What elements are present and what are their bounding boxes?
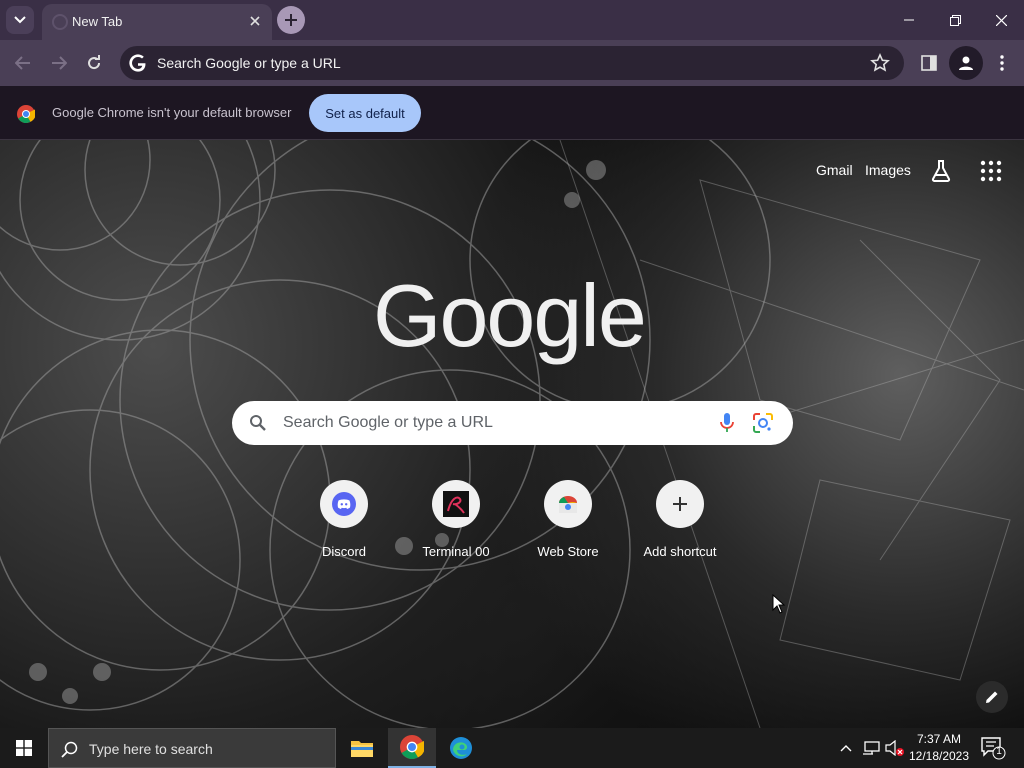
close-icon (995, 14, 1007, 26)
tab-favicon-icon (52, 14, 68, 30)
reload-icon (88, 55, 101, 70)
tab-new-tab[interactable]: New Tab (42, 4, 272, 40)
taskbar-clock[interactable]: 7:37 AM 12/18/2023 (904, 731, 974, 765)
shortcut-discord[interactable]: Discord (288, 478, 400, 568)
default-browser-infobar: Google Chrome isn't your default browser… (0, 86, 1024, 140)
gmail-link[interactable]: Gmail (816, 162, 853, 178)
new-tab-button[interactable] (277, 6, 305, 34)
chrome-logo-icon (17, 105, 35, 123)
tab-strip: New Tab (0, 0, 1024, 40)
close-icon (250, 16, 260, 26)
kebab-menu-icon (1000, 55, 1004, 71)
windows-taskbar: Type here to search 7:37 AM 12/18/2023 1 (0, 728, 1024, 768)
action-center-button[interactable]: 1 (980, 736, 1006, 760)
shortcut-label: Terminal 00 (422, 544, 490, 559)
terminal-00-icon (443, 491, 469, 517)
plus-icon (673, 497, 687, 511)
search-icon (250, 415, 266, 431)
omnibox-text: Search Google or type a URL (157, 55, 341, 71)
labs-flask-icon[interactable] (929, 159, 953, 183)
new-tab-page: Gmail Images Google Search Google or typ… (0, 140, 1024, 728)
shortcut-label: Add shortcut (643, 544, 717, 559)
person-icon (959, 56, 973, 70)
edge-taskbar-button[interactable] (437, 728, 485, 768)
shortcut-terminal-00-tile (432, 480, 480, 528)
tab-title: New Tab (72, 14, 123, 29)
google-g-icon (129, 54, 146, 72)
ntp-search-box[interactable]: Search Google or type a URL (232, 401, 793, 445)
volume-muted-icon (885, 740, 904, 756)
forward-button[interactable] (44, 48, 74, 78)
notification-count-badge: 1 (996, 746, 1002, 757)
minimize-icon (904, 19, 914, 21)
taskbar-search-box[interactable]: Type here to search (48, 728, 336, 768)
tab-close-button[interactable] (246, 12, 264, 30)
shortcut-web-store-tile (544, 480, 592, 528)
shortcut-web-store[interactable]: Web Store (512, 478, 624, 568)
chevron-up-icon (840, 745, 852, 752)
microphone-icon[interactable] (717, 412, 737, 434)
shortcut-label: Discord (321, 544, 367, 559)
chrome-taskbar-button[interactable] (388, 728, 436, 768)
pencil-icon (986, 691, 998, 703)
infobar-message: Google Chrome isn't your default browser (52, 105, 292, 120)
images-link[interactable]: Images (865, 162, 911, 178)
menu-button[interactable] (987, 48, 1017, 78)
taskbar-search-placeholder: Type here to search (89, 741, 213, 757)
restore-button[interactable] (932, 0, 978, 40)
plus-icon (285, 14, 297, 26)
show-hidden-icons-button[interactable] (836, 728, 856, 768)
google-logo: Google (373, 266, 647, 365)
reload-button[interactable] (79, 48, 109, 78)
omnibox[interactable]: Search Google or type a URL (120, 46, 904, 80)
tab-search-button[interactable] (6, 6, 34, 34)
toolbar: Search Google or type a URL (0, 40, 1024, 86)
arrow-left-icon (15, 56, 30, 70)
file-explorer-button[interactable] (338, 728, 386, 768)
web-store-icon (559, 496, 577, 513)
shortcut-discord-tile (320, 480, 368, 528)
bookmark-star-icon[interactable] (870, 53, 890, 73)
set-default-button[interactable]: Set as default (309, 94, 421, 132)
customize-chrome-button[interactable] (976, 681, 1008, 713)
volume-tray-button[interactable] (884, 728, 906, 768)
side-panel-icon (921, 55, 937, 71)
windows-logo-icon (16, 740, 32, 756)
mouse-cursor-icon (772, 594, 786, 614)
profile-avatar-button[interactable] (949, 46, 983, 80)
close-window-button[interactable] (978, 0, 1024, 40)
google-lens-icon[interactable] (752, 412, 774, 434)
clock-time: 7:37 AM (916, 732, 962, 746)
add-shortcut-tile (656, 480, 704, 528)
back-button[interactable] (8, 48, 38, 78)
chrome-logo-icon (400, 735, 424, 759)
shortcut-label: Web Store (537, 544, 599, 559)
discord-icon (332, 492, 356, 516)
restore-icon (949, 14, 961, 26)
network-tray-button[interactable] (860, 728, 882, 768)
folder-icon (351, 741, 373, 757)
edge-logo-icon (450, 737, 472, 759)
ntp-search-placeholder: Search Google or type a URL (283, 414, 493, 431)
add-shortcut[interactable]: Add shortcut (624, 478, 736, 568)
start-button[interactable] (0, 728, 48, 768)
shortcut-terminal-00[interactable]: Terminal 00 (400, 478, 512, 568)
arrow-right-icon (52, 56, 67, 70)
side-panel-button[interactable] (914, 48, 944, 78)
minimize-button[interactable] (886, 0, 932, 40)
network-icon (863, 741, 880, 755)
search-icon (61, 741, 78, 758)
clock-date: 12/18/2023 (908, 749, 970, 763)
google-apps-icon[interactable] (979, 159, 1003, 183)
chevron-down-icon (14, 16, 26, 24)
